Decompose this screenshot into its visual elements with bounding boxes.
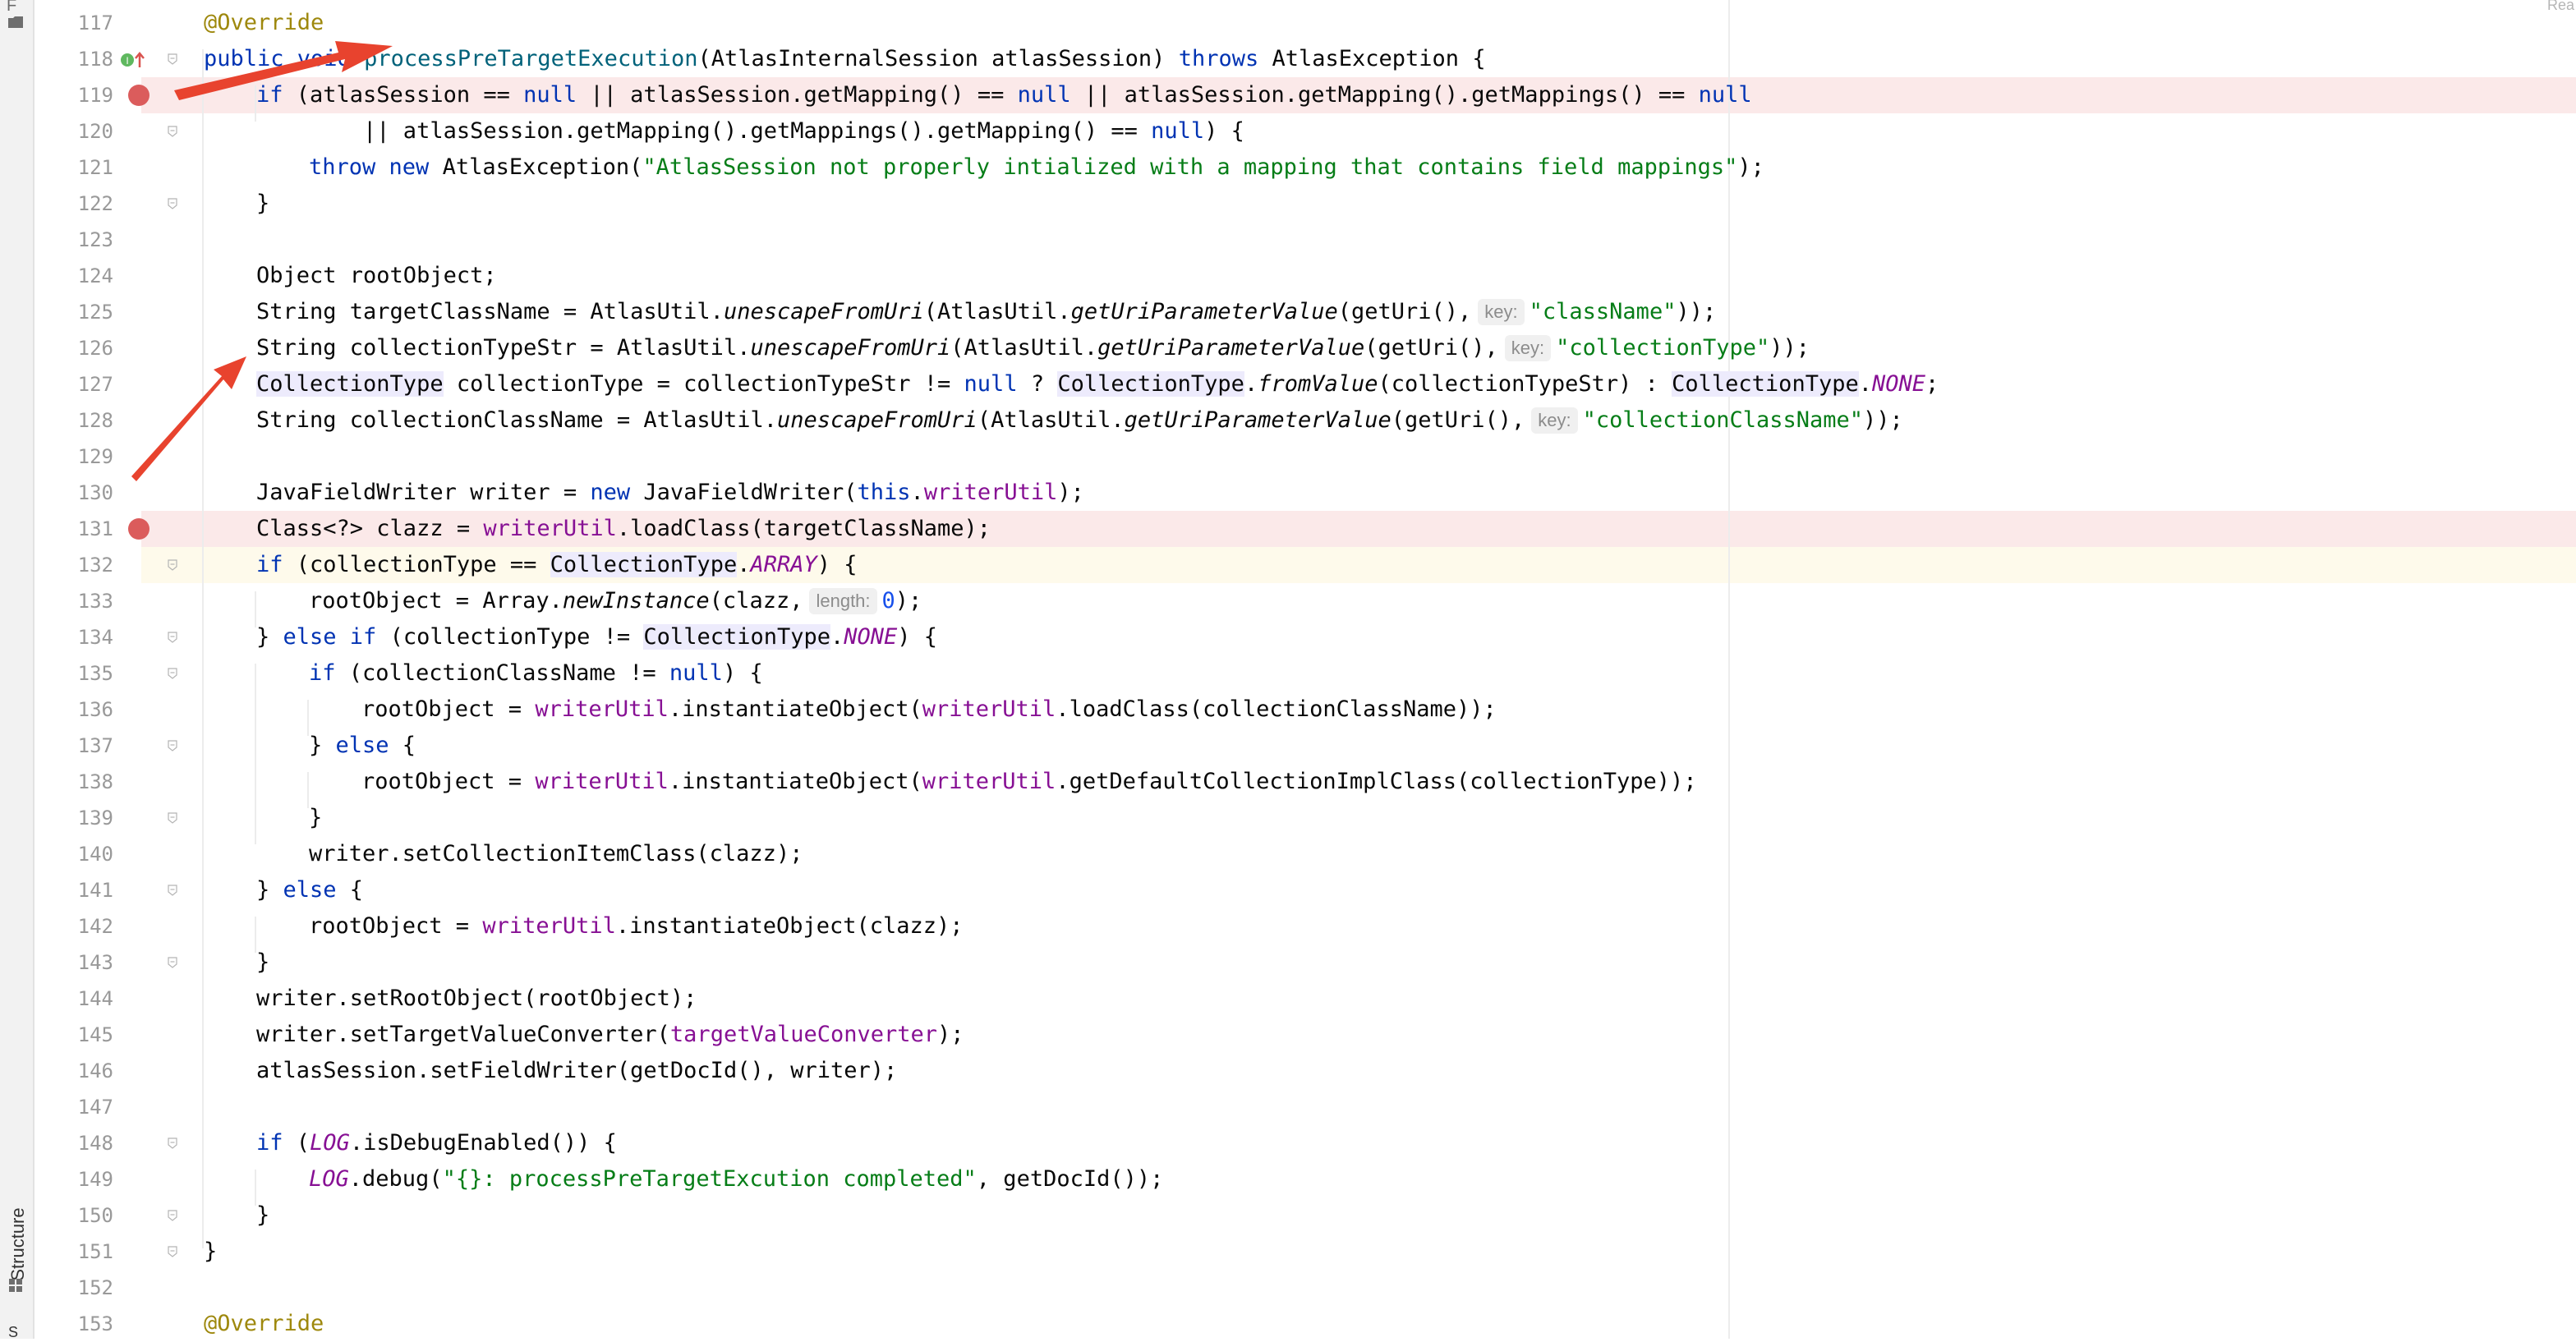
code-line-130: JavaFieldWriter writer = new JavaFieldWr… bbox=[256, 480, 1084, 505]
code-line-118: public void processPreTargetExecution(At… bbox=[204, 46, 1486, 71]
code-line-121: throw new AtlasException("AtlasSession n… bbox=[309, 154, 1764, 180]
parameter-hint: key: bbox=[1478, 299, 1525, 325]
code-line-142: rootObject = writerUtil.instantiateObjec… bbox=[309, 913, 964, 939]
code-line-124: Object rootObject; bbox=[256, 263, 497, 288]
code-line-149: LOG.debug("{}: processPreTargetExcution … bbox=[309, 1166, 1164, 1192]
code-line-146: atlasSession.setFieldWriter(getDocId(), … bbox=[256, 1058, 898, 1083]
code-line-128: String collectionClassName = AtlasUtil.u… bbox=[256, 407, 1903, 434]
code-line-153: @Override bbox=[204, 1311, 324, 1336]
code-line-137: } else { bbox=[309, 733, 416, 758]
code-line-120: || atlasSession.getMapping().getMappings… bbox=[256, 118, 1244, 144]
parameter-hint: length: bbox=[809, 588, 877, 614]
code-line-132: if (collectionType == CollectionType.ARR… bbox=[256, 552, 858, 577]
code-line-148: if (LOG.isDebugEnabled()) { bbox=[256, 1130, 617, 1156]
code-line-122: } bbox=[256, 191, 270, 216]
code-line-131: Class<?> clazz = writerUtil.loadClass(ta… bbox=[256, 516, 991, 541]
code-line-135: if (collectionClassName != null) { bbox=[309, 660, 763, 686]
code-line-144: writer.setRootObject(rootObject); bbox=[256, 986, 697, 1011]
code-line-138: rootObject = writerUtil.instantiateObjec… bbox=[361, 769, 1697, 794]
code-line-126: String collectionTypeStr = AtlasUtil.une… bbox=[256, 335, 1810, 361]
code-line-151: } bbox=[204, 1239, 218, 1264]
code-line-141: } else { bbox=[256, 877, 364, 903]
code-line-133: rootObject = Array.newInstance(clazz, len… bbox=[309, 588, 922, 614]
code-line-136: rootObject = writerUtil.instantiateObjec… bbox=[361, 696, 1497, 722]
code-line-127: CollectionType collectionType = collecti… bbox=[256, 371, 1939, 397]
code-line-125: String targetClassName = AtlasUtil.unesc… bbox=[256, 299, 1717, 325]
code-line-140: writer.setCollectionItemClass(clazz); bbox=[309, 841, 803, 866]
code-editor[interactable]: @Override public void processPreTargetEx… bbox=[0, 0, 2576, 1339]
code-line-145: writer.setTargetValueConverter(targetVal… bbox=[256, 1022, 964, 1047]
code-line-119: if (atlasSession == null || atlasSession… bbox=[256, 82, 1752, 108]
code-line-150: } bbox=[256, 1202, 270, 1228]
parameter-hint: key: bbox=[1531, 407, 1578, 434]
code-line-117: @Override bbox=[204, 10, 324, 35]
parameter-hint: key: bbox=[1504, 335, 1552, 361]
code-line-134: } else if (collectionType != CollectionT… bbox=[256, 624, 938, 650]
code-line-143: } bbox=[256, 949, 270, 975]
code-line-139: } bbox=[309, 805, 323, 830]
